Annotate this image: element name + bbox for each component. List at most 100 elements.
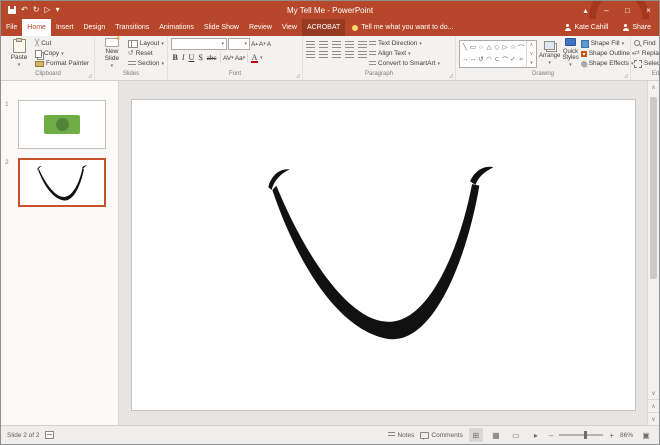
shape-icon[interactable]: ◇	[495, 43, 500, 51]
italic-button[interactable]: I	[180, 52, 186, 64]
line-spacing-icon[interactable]	[358, 41, 367, 48]
scroll-down-icon[interactable]: ∨	[648, 387, 659, 399]
account-button[interactable]: Kate Cahill	[558, 19, 614, 36]
spellcheck-icon[interactable]	[45, 431, 54, 439]
drawing-dialog-launcher[interactable]: ◿	[624, 73, 628, 79]
slide-thumbnail-2[interactable]: 2	[5, 158, 112, 207]
ribbon-display-options-icon[interactable]: ▴	[575, 1, 596, 19]
align-center-icon[interactable]	[319, 51, 328, 58]
gallery-down-icon[interactable]: ∨	[530, 51, 534, 57]
shape-icon[interactable]: ↔	[470, 56, 477, 63]
zoom-slider-thumb[interactable]	[584, 431, 587, 439]
vertical-scrollbar[interactable]: ∧ ∨ ∧ ∨	[647, 81, 659, 425]
slide-indicator[interactable]: Slide 2 of 2	[7, 432, 40, 439]
quick-styles-button[interactable]: Quick Styles ▾	[562, 38, 578, 68]
fit-to-window-icon[interactable]: ▣	[639, 428, 653, 442]
tab-file[interactable]: File	[1, 19, 22, 36]
cut-button[interactable]: ╳ Cut	[35, 39, 89, 48]
convert-smartart-button[interactable]: Convert to SmartArt ▾	[369, 59, 440, 68]
notes-button[interactable]: Notes	[388, 432, 414, 439]
font-size-combo[interactable]: ▾	[228, 38, 250, 50]
shape-icon[interactable]: △	[487, 43, 492, 51]
bullets-icon[interactable]	[306, 41, 315, 48]
scrollbar-track[interactable]	[648, 93, 659, 387]
clear-formatting-button[interactable]: A	[267, 41, 271, 48]
maximize-icon[interactable]: □	[617, 1, 638, 19]
share-button[interactable]: Share	[614, 19, 659, 36]
zoom-in-icon[interactable]: +	[609, 431, 614, 440]
tell-me-box[interactable]: Tell me what you want to do...	[345, 19, 460, 36]
align-text-button[interactable]: Align Text ▾	[369, 49, 440, 58]
gallery-up-icon[interactable]: ∧	[530, 42, 534, 48]
slideshow-view-icon[interactable]: ▸	[529, 428, 543, 442]
redo-icon[interactable]: ↻	[33, 1, 40, 19]
shape-fill-button[interactable]: Shape Fill ▾	[581, 39, 635, 48]
current-slide[interactable]	[131, 99, 636, 411]
shape-icon[interactable]: ◠	[486, 55, 492, 63]
tab-view[interactable]: View	[277, 19, 302, 36]
justify-icon[interactable]	[345, 51, 354, 58]
decrease-font-button[interactable]: A▾	[259, 41, 266, 48]
strikethrough-button[interactable]: abc	[205, 52, 218, 64]
paste-button[interactable]: Paste ▾	[5, 38, 33, 69]
shape-icon[interactable]: ✓	[510, 55, 515, 63]
comments-button[interactable]: Comments	[420, 432, 462, 439]
replace-button[interactable]: ⇄ Replace ▾	[634, 49, 659, 58]
tab-acrobat[interactable]: ACROBAT	[302, 19, 345, 36]
scroll-up-icon[interactable]: ∧	[648, 81, 659, 93]
tab-insert[interactable]: Insert	[51, 19, 79, 36]
text-direction-button[interactable]: Text Direction ▾	[369, 39, 440, 48]
select-button[interactable]: Select ▾	[634, 59, 659, 68]
shape-effects-button[interactable]: Shape Effects ▾	[581, 59, 635, 68]
increase-indent-icon[interactable]	[345, 41, 354, 48]
reading-view-icon[interactable]: ▭	[509, 428, 523, 442]
gallery-more-icon[interactable]: ▾	[530, 60, 533, 66]
shape-icon[interactable]: ╲	[463, 43, 467, 51]
decrease-indent-icon[interactable]	[332, 41, 341, 48]
save-icon[interactable]	[8, 6, 16, 14]
tab-transitions[interactable]: Transitions	[110, 19, 154, 36]
customize-qat-icon[interactable]: ▾	[56, 1, 60, 19]
find-button[interactable]: Find	[634, 39, 659, 48]
next-slide-icon[interactable]: ∨	[648, 412, 659, 425]
shape-icon[interactable]: ⌒	[518, 42, 525, 52]
layout-button[interactable]: Layout ▾	[128, 39, 164, 48]
shape-icon[interactable]: ○	[479, 44, 483, 51]
start-from-beginning-icon[interactable]: ▷	[44, 1, 50, 19]
zoom-slider[interactable]	[559, 434, 603, 436]
zoom-level[interactable]: 86%	[620, 432, 633, 439]
scrollbar-thumb[interactable]	[650, 97, 657, 279]
shape-icon[interactable]: ≈	[519, 56, 523, 63]
arrange-button[interactable]: Arrange ▾	[539, 38, 560, 68]
tab-animations[interactable]: Animations	[154, 19, 199, 36]
align-left-icon[interactable]	[306, 51, 315, 58]
clipboard-dialog-launcher[interactable]: ◿	[88, 73, 92, 79]
undo-icon[interactable]: ↶	[21, 1, 28, 19]
change-case-button[interactable]: Aa▾	[235, 55, 245, 62]
text-shadow-button[interactable]: S	[197, 52, 204, 64]
tab-slide-show[interactable]: Slide Show	[199, 19, 244, 36]
shape-icon[interactable]: ↺	[478, 55, 483, 63]
font-dialog-launcher[interactable]: ◿	[296, 73, 300, 79]
shape-icon[interactable]: ⌒	[502, 54, 509, 64]
increase-font-button[interactable]: A▴	[251, 41, 258, 48]
slide-sorter-view-icon[interactable]: ▦	[489, 428, 503, 442]
slide-1-preview[interactable]	[18, 100, 106, 149]
copy-button[interactable]: Copy ▾	[35, 49, 89, 58]
previous-slide-icon[interactable]: ∧	[648, 399, 659, 412]
tab-review[interactable]: Review	[244, 19, 277, 36]
bold-button[interactable]: B	[171, 52, 179, 64]
font-name-combo[interactable]: ▾	[171, 38, 227, 50]
shapes-gallery[interactable]: ╲ ▭ ○ △ ◇ ▷ ☆ ⌒ → ↔ ↺ ◠ ⊂ ⌒ ✓	[459, 40, 537, 68]
font-color-button[interactable]: A	[250, 52, 259, 64]
columns-icon[interactable]	[358, 51, 367, 58]
shape-outline-button[interactable]: Shape Outline ▾	[581, 49, 635, 58]
slide-thumbnail-1[interactable]: 1	[5, 100, 112, 149]
tab-home[interactable]: Home	[22, 19, 51, 36]
paragraph-dialog-launcher[interactable]: ◿	[449, 73, 453, 79]
shape-icon[interactable]: ☆	[510, 43, 516, 51]
minimize-icon[interactable]: –	[596, 1, 617, 19]
numbering-icon[interactable]	[319, 41, 328, 48]
zoom-out-icon[interactable]: –	[549, 431, 553, 440]
shape-icon[interactable]: →	[462, 56, 469, 63]
